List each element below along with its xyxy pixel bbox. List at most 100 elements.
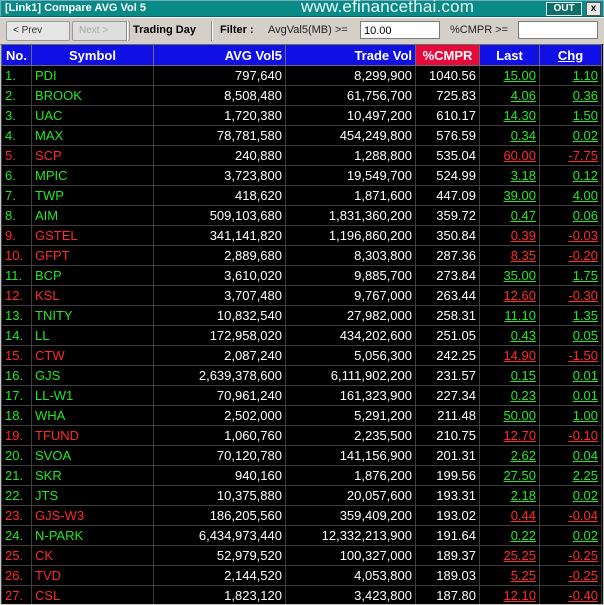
last-price-cell[interactable]: 3.18 [479, 165, 540, 186]
change-cell[interactable]: 1.10 [539, 65, 602, 86]
symbol-cell[interactable]: SVOA [31, 445, 154, 466]
change-cell[interactable]: 0.04 [539, 445, 602, 466]
symbol-cell[interactable]: BROOK [31, 85, 154, 106]
table-row[interactable]: 15. CTW 2,087,240 5,056,300 242.25 14.90 -1.50 [1, 345, 602, 366]
cmpr-filter-input[interactable] [518, 21, 598, 39]
last-price-link[interactable]: 50.00 [503, 408, 536, 423]
column-header-cmpr[interactable]: %CMPR [415, 44, 480, 66]
symbol-cell[interactable]: GJS [31, 365, 154, 386]
table-row[interactable]: 3. UAC 1,720,380 10,497,200 610.17 14.30 1.50 [1, 105, 602, 126]
table-row[interactable]: 19. TFUND 1,060,760 2,235,500 210.75 12.70 -0.… [1, 425, 602, 446]
last-price-link[interactable]: 14.30 [503, 108, 536, 123]
table-row[interactable]: 12. KSL 3,707,480 9,767,000 263.44 12.60 -0.30 [1, 285, 602, 306]
change-link[interactable]: 0.01 [573, 388, 598, 403]
change-cell[interactable]: 0.06 [539, 205, 602, 226]
symbol-cell[interactable]: BCP [31, 265, 154, 286]
change-link[interactable]: -0.30 [568, 288, 598, 303]
table-row[interactable]: 7. TWP 418,620 1,871,600 447.09 39.00 4.00 [1, 185, 602, 206]
change-cell[interactable]: -0.30 [539, 285, 602, 306]
table-row[interactable]: 27. CSL 1,823,120 3,423,800 187.80 12.10 -0.40 [1, 585, 602, 604]
change-link[interactable]: -0.03 [568, 228, 598, 243]
symbol-cell[interactable]: KSL [31, 285, 154, 306]
change-cell[interactable]: 1.75 [539, 265, 602, 286]
change-link[interactable]: -0.20 [568, 248, 598, 263]
last-price-cell[interactable]: 2.18 [479, 485, 540, 506]
symbol-cell[interactable]: LL-W1 [31, 385, 154, 406]
table-row[interactable]: 26. TVD 2,144,520 4,053,800 189.03 5.25 -0.25 [1, 565, 602, 586]
symbol-cell[interactable]: TVD [31, 565, 154, 586]
last-price-cell[interactable]: 0.39 [479, 225, 540, 246]
symbol-cell[interactable]: TNITY [31, 305, 154, 326]
table-row[interactable]: 9. GSTEL 341,141,820 1,196,860,200 350.84 0.3… [1, 225, 602, 246]
last-price-cell[interactable]: 39.00 [479, 185, 540, 206]
symbol-cell[interactable]: JTS [31, 485, 154, 506]
change-cell[interactable]: -1.50 [539, 345, 602, 366]
close-button[interactable]: x [586, 2, 601, 16]
change-cell[interactable]: 4.00 [539, 185, 602, 206]
change-link[interactable]: 0.36 [573, 88, 598, 103]
symbol-cell[interactable]: MAX [31, 125, 154, 146]
change-link[interactable]: 0.02 [573, 488, 598, 503]
change-link[interactable]: -0.10 [568, 428, 598, 443]
symbol-cell[interactable]: CTW [31, 345, 154, 366]
symbol-cell[interactable]: SKR [31, 465, 154, 486]
change-cell[interactable]: -0.04 [539, 505, 602, 526]
change-cell[interactable]: -7.75 [539, 145, 602, 166]
last-price-cell[interactable]: 11.10 [479, 305, 540, 326]
last-price-cell[interactable]: 5.25 [479, 565, 540, 586]
symbol-cell[interactable]: CK [31, 545, 154, 566]
table-row[interactable]: 5. SCP 240,880 1,288,800 535.04 60.00 -7.75 [1, 145, 602, 166]
symbol-cell[interactable]: GFPT [31, 245, 154, 266]
change-cell[interactable]: 0.02 [539, 125, 602, 146]
change-link[interactable]: 0.05 [573, 328, 598, 343]
change-cell[interactable]: -0.40 [539, 585, 602, 604]
last-price-link[interactable]: 12.70 [503, 428, 536, 443]
trading-day-label[interactable]: Trading Day [133, 24, 196, 36]
change-link[interactable]: 0.01 [573, 368, 598, 383]
last-price-cell[interactable]: 60.00 [479, 145, 540, 166]
table-row[interactable]: 11. BCP 3,610,020 9,885,700 273.84 35.00 1.75 [1, 265, 602, 286]
change-link[interactable]: 1.50 [573, 108, 598, 123]
change-link[interactable]: 0.04 [573, 448, 598, 463]
symbol-cell[interactable]: N-PARK [31, 525, 154, 546]
avgvol-filter-input[interactable]: 10.00 [360, 21, 440, 39]
change-link[interactable]: 2.25 [573, 468, 598, 483]
change-cell[interactable]: 0.02 [539, 485, 602, 506]
change-link[interactable]: -0.40 [568, 588, 598, 603]
last-price-link[interactable]: 0.23 [511, 388, 536, 403]
symbol-cell[interactable]: UAC [31, 105, 154, 126]
table-row[interactable]: 22. JTS 10,375,880 20,057,600 193.31 2.18 0.02 [1, 485, 602, 506]
table-row[interactable]: 23. GJS-W3 186,205,560 359,409,200 193.02 0.4… [1, 505, 602, 526]
last-price-link[interactable]: 12.60 [503, 288, 536, 303]
change-cell[interactable]: -0.10 [539, 425, 602, 446]
table-row[interactable]: 18. WHA 2,502,000 5,291,200 211.48 50.00 1.00 [1, 405, 602, 426]
last-price-link[interactable]: 2.18 [511, 488, 536, 503]
table-row[interactable]: 2. BROOK 8,508,480 61,756,700 725.83 4.06 0.36 [1, 85, 602, 106]
symbol-cell[interactable]: PDI [31, 65, 154, 86]
last-price-link[interactable]: 15.00 [503, 68, 536, 83]
last-price-cell[interactable]: 4.06 [479, 85, 540, 106]
last-price-cell[interactable]: 0.44 [479, 505, 540, 526]
table-row[interactable]: 6. MPIC 3,723,800 19,549,700 524.99 3.18 0.12 [1, 165, 602, 186]
table-row[interactable]: 25. CK 52,979,520 100,327,000 189.37 25.25 -0.… [1, 545, 602, 566]
last-price-cell[interactable]: 15.00 [479, 65, 540, 86]
change-cell[interactable]: 1.35 [539, 305, 602, 326]
last-price-link[interactable]: 27.50 [503, 468, 536, 483]
change-link[interactable]: 1.75 [573, 268, 598, 283]
change-link[interactable]: -1.50 [568, 348, 598, 363]
change-cell[interactable]: 0.01 [539, 385, 602, 406]
table-row[interactable]: 8. AIM 509,103,680 1,831,360,200 359.72 0.47 0… [1, 205, 602, 226]
last-price-cell[interactable]: 27.50 [479, 465, 540, 486]
last-price-cell[interactable]: 12.60 [479, 285, 540, 306]
symbol-cell[interactable]: WHA [31, 405, 154, 426]
column-header-avg-vol5[interactable]: AVG Vol5 [153, 44, 286, 66]
last-price-link[interactable]: 0.15 [511, 368, 536, 383]
next-button[interactable]: Next > [72, 21, 130, 41]
last-price-link[interactable]: 0.22 [511, 528, 536, 543]
table-row[interactable]: 13. TNITY 10,832,540 27,982,000 258.31 11.10 1… [1, 305, 602, 326]
change-cell[interactable]: 2.25 [539, 465, 602, 486]
change-cell[interactable]: 0.01 [539, 365, 602, 386]
last-price-cell[interactable]: 12.10 [479, 585, 540, 604]
last-price-cell[interactable]: 14.90 [479, 345, 540, 366]
last-price-cell[interactable]: 0.47 [479, 205, 540, 226]
